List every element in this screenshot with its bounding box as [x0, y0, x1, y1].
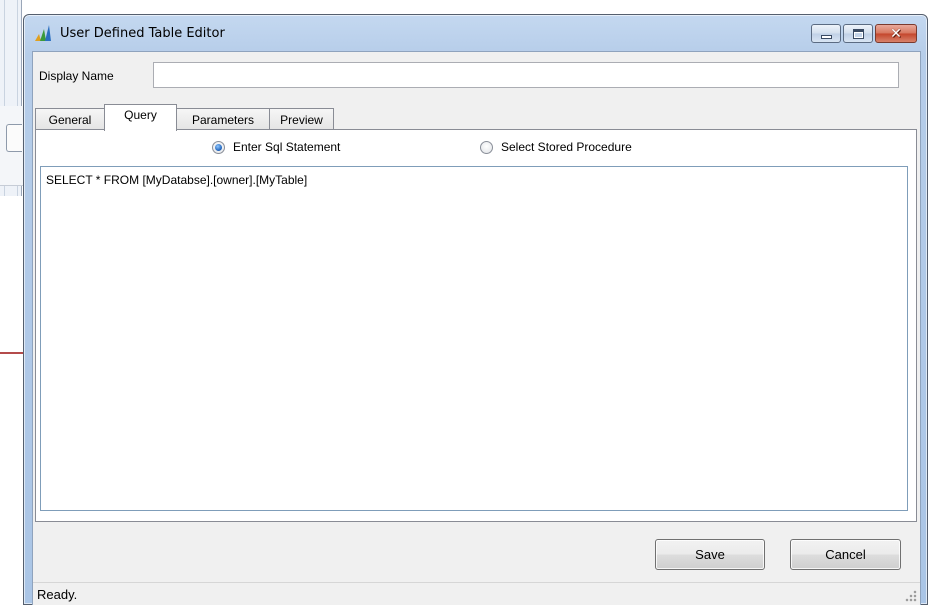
minimize-icon [821, 35, 832, 39]
close-icon: ✕ [890, 25, 902, 41]
caption-buttons: ✕ [811, 24, 917, 43]
tab-parameters[interactable]: Parameters [176, 108, 270, 130]
window-title: User Defined Table Editor [60, 25, 225, 41]
display-name-row: Display Name [33, 52, 920, 92]
stored-procedure-label: Select Stored Procedure [501, 140, 632, 154]
tab-preview[interactable]: Preview [269, 108, 334, 130]
maximize-button[interactable] [843, 24, 873, 43]
app-bars-icon [35, 25, 51, 41]
sql-statement-textarea[interactable]: SELECT * FROM [MyDatabse].[owner].[MyTab… [40, 166, 908, 511]
dialog-client-area: Display Name General Query Parameters Pr… [32, 51, 921, 605]
display-name-input[interactable] [153, 62, 899, 88]
save-button[interactable]: Save [655, 539, 765, 570]
select-stored-procedure-option[interactable]: Select Stored Procedure [480, 140, 632, 154]
tab-general[interactable]: General [35, 108, 105, 130]
status-bar: Ready. [33, 582, 920, 605]
enter-sql-label: Enter Sql Statement [233, 140, 341, 154]
cancel-button[interactable]: Cancel [790, 539, 901, 570]
user-defined-table-editor-window: User Defined Table Editor ✕ Display Name… [23, 14, 928, 605]
background-button[interactable] [6, 124, 22, 152]
title-bar[interactable]: User Defined Table Editor ✕ [24, 15, 927, 51]
maximize-icon [853, 29, 864, 39]
query-source-options: Enter Sql Statement Select Stored Proced… [36, 140, 916, 158]
query-tab-page: Enter Sql Statement Select Stored Proced… [35, 129, 917, 522]
enter-sql-statement-option[interactable]: Enter Sql Statement [212, 140, 340, 154]
minimize-button[interactable] [811, 24, 841, 43]
display-name-label: Display Name [39, 69, 114, 83]
stored-procedure-radio[interactable] [480, 140, 493, 154]
enter-sql-radio[interactable] [212, 140, 225, 154]
close-button[interactable]: ✕ [875, 24, 917, 43]
tab-query[interactable]: Query [104, 104, 177, 131]
resize-grip-icon[interactable] [905, 590, 917, 602]
status-text: Ready. [37, 587, 78, 602]
